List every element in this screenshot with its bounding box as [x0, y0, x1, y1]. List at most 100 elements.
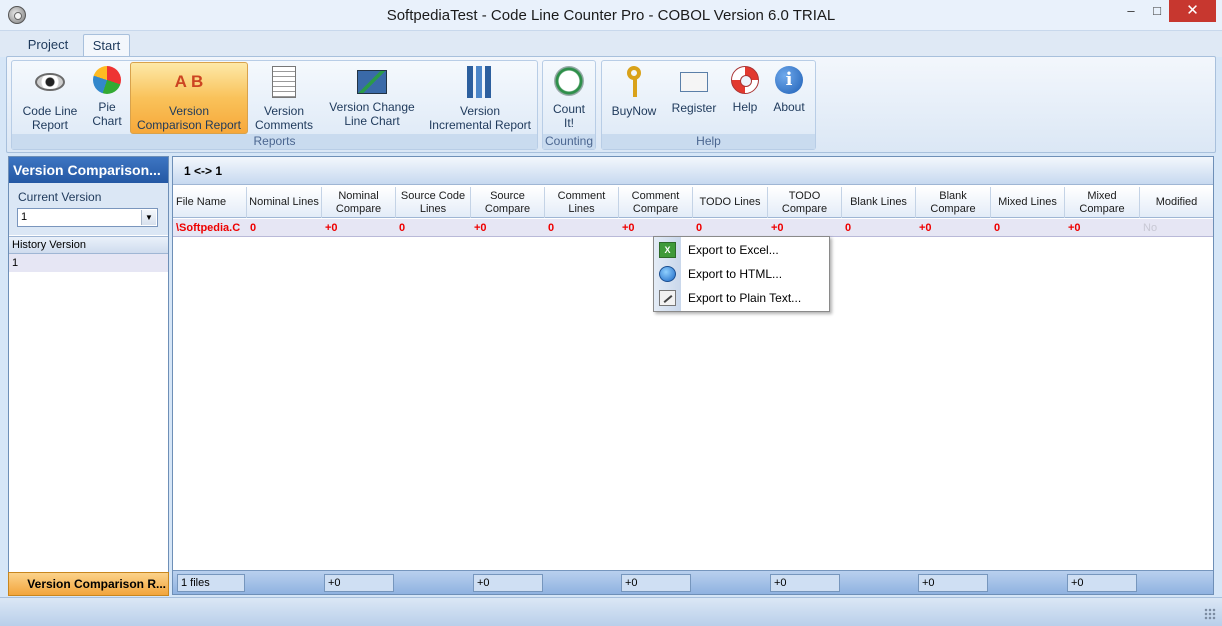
- summary-source-compare: +0: [473, 574, 543, 592]
- summary-mixed-compare: +0: [1067, 574, 1137, 592]
- column-header-mixed-lines[interactable]: Mixed Lines: [991, 187, 1065, 218]
- column-header-nominal-compare[interactable]: Nominal Compare: [322, 187, 396, 218]
- about-button[interactable]: i About: [768, 63, 810, 135]
- excel-icon: X: [659, 242, 676, 258]
- clock-icon: [554, 66, 584, 96]
- version-incremental-report-button[interactable]: Version Incremental Report: [426, 63, 534, 135]
- pie-chart-button[interactable]: Pie Chart: [86, 63, 128, 135]
- cell-comment-lines: 0: [548, 222, 555, 234]
- history-version-header: History Version: [9, 236, 168, 254]
- help-button[interactable]: Help: [726, 63, 764, 135]
- column-header-todo-compare[interactable]: TODO Compare: [768, 187, 842, 218]
- column-header-mixed-compare[interactable]: Mixed Compare: [1065, 187, 1140, 218]
- ribbon: Code Line Report Pie Chart A B Version Comp…: [6, 56, 1216, 153]
- envelope-icon: [680, 72, 708, 92]
- notepad-icon: [272, 66, 296, 98]
- cell-file-name: \Softpedia.C: [176, 222, 241, 234]
- cell-todo-compare: +0: [771, 222, 784, 234]
- chevron-down-icon[interactable]: ▼: [141, 210, 156, 225]
- info-icon: i: [775, 66, 803, 94]
- cell-source-code-lines: 0: [399, 222, 406, 234]
- cell-mixed-lines: 0: [994, 222, 1001, 234]
- cell-source-compare: +0: [474, 222, 487, 234]
- column-header-source-compare[interactable]: Source Compare: [471, 187, 545, 218]
- version-comparison-report-button[interactable]: A B Version Comparison Report: [130, 62, 248, 134]
- version-comments-label: Version Comments: [254, 104, 313, 132]
- resize-grip-icon[interactable]: [1204, 608, 1216, 620]
- line-chart-icon: [357, 70, 387, 94]
- menu-item-export-excel[interactable]: X Export to Excel...: [654, 238, 829, 262]
- title-bar: SoftpediaTest - Code Line Counter Pro - …: [0, 0, 1222, 31]
- text-file-icon: [659, 290, 676, 306]
- menu-item-export-html[interactable]: Export to HTML...: [654, 262, 829, 286]
- cell-nominal-lines: 0: [250, 222, 257, 234]
- close-button[interactable]: ✕: [1169, 0, 1216, 22]
- code-line-report-button[interactable]: Code Line Report: [17, 63, 83, 135]
- maximize-button[interactable]: □: [1143, 0, 1171, 22]
- summary-todo-compare: +0: [770, 574, 840, 592]
- menu-item-export-text[interactable]: Export to Plain Text...: [654, 286, 829, 310]
- sidebar-footer-tab[interactable]: Version Comparison R...: [8, 572, 169, 596]
- register-button[interactable]: Register: [666, 63, 722, 135]
- version-incremental-report-label: Version Incremental Report: [428, 104, 532, 132]
- column-header-file-name[interactable]: File Name: [173, 187, 247, 218]
- tab-project[interactable]: Project: [16, 34, 80, 58]
- current-version-select[interactable]: 1 ▼: [17, 208, 158, 227]
- column-header-nominal-lines[interactable]: Nominal Lines: [247, 187, 322, 218]
- bar-chart-icon: [467, 66, 493, 98]
- column-header-source-code-lines[interactable]: Source Code Lines: [396, 187, 471, 218]
- help-label: Help: [732, 100, 758, 114]
- ab-compare-icon: A B: [174, 72, 204, 91]
- version-comparison-sidebar: Version Comparison... Current Version 1 …: [8, 156, 169, 596]
- ribbon-group-help: BuyNow Register Help i About Help: [601, 60, 816, 150]
- pie-chart-icon: [93, 66, 121, 94]
- version-change-line-chart-label: Version Change Line Chart: [329, 100, 415, 128]
- minimize-button[interactable]: –: [1117, 0, 1145, 22]
- column-header-todo-lines[interactable]: TODO Lines: [693, 187, 768, 218]
- comparison-report-panel: 1 <-> 1 File Name Nominal Lines Nominal …: [172, 156, 1214, 595]
- group-label-reports: Reports: [12, 134, 537, 149]
- cell-todo-lines: 0: [696, 222, 703, 234]
- cell-blank-lines: 0: [845, 222, 852, 234]
- eye-icon: [35, 73, 65, 91]
- comparison-header: 1 <-> 1: [173, 157, 1213, 185]
- group-label-counting: Counting: [543, 134, 595, 149]
- globe-icon: [659, 266, 676, 282]
- grid-summary-bar: 1 files +0 +0 +0 +0 +0 +0: [173, 570, 1213, 594]
- column-header-modified[interactable]: Modified: [1140, 187, 1213, 218]
- about-label: About: [773, 100, 805, 114]
- current-version-section: Current Version 1 ▼: [9, 183, 168, 235]
- ribbon-group-reports: Code Line Report Pie Chart A B Version Comp…: [11, 60, 538, 150]
- buy-now-button[interactable]: BuyNow: [608, 63, 660, 135]
- count-it-label: Count It!: [552, 102, 586, 130]
- code-line-report-label: Code Line Report: [22, 104, 78, 132]
- sidebar-title: Version Comparison...: [9, 157, 168, 183]
- group-label-help: Help: [602, 134, 815, 149]
- column-header-blank-lines[interactable]: Blank Lines: [842, 187, 916, 218]
- table-row[interactable]: \Softpedia.C 0 +0 0 +0 0 +0 0 +0 0 +0 0 …: [173, 219, 1213, 237]
- grid-header: File Name Nominal Lines Nominal Compare …: [173, 187, 1213, 218]
- key-icon: [627, 66, 641, 97]
- column-header-comment-compare[interactable]: Comment Compare: [619, 187, 693, 218]
- ribbon-tab-bar: Project Start: [0, 31, 1222, 58]
- column-header-blank-compare[interactable]: Blank Compare: [916, 187, 991, 218]
- export-context-menu: X Export to Excel... Export to HTML... E…: [653, 236, 830, 312]
- tab-start[interactable]: Start: [83, 34, 130, 58]
- lifebuoy-icon: [731, 66, 759, 94]
- column-header-comment-lines[interactable]: Comment Lines: [545, 187, 619, 218]
- summary-comment-compare: +0: [621, 574, 691, 592]
- menu-item-export-html-label: Export to HTML...: [688, 267, 783, 281]
- window-title: SoftpediaTest - Code Line Counter Pro - …: [386, 7, 836, 24]
- version-comparison-report-label: Version Comparison Report: [136, 104, 242, 132]
- count-it-button[interactable]: Count It!: [545, 63, 593, 135]
- summary-nominal-compare: +0: [324, 574, 394, 592]
- menu-item-export-text-label: Export to Plain Text...: [688, 291, 802, 305]
- buy-now-label: BuyNow: [611, 104, 657, 118]
- current-version-label: Current Version: [18, 190, 102, 204]
- version-comments-button[interactable]: Version Comments: [252, 63, 316, 135]
- current-version-value: 1: [21, 211, 28, 223]
- cell-modified: No: [1143, 222, 1158, 234]
- menu-item-export-excel-label: Export to Excel...: [688, 243, 779, 257]
- history-version-item[interactable]: 1: [9, 254, 168, 272]
- version-change-line-chart-button[interactable]: Version Change Line Chart: [322, 63, 422, 135]
